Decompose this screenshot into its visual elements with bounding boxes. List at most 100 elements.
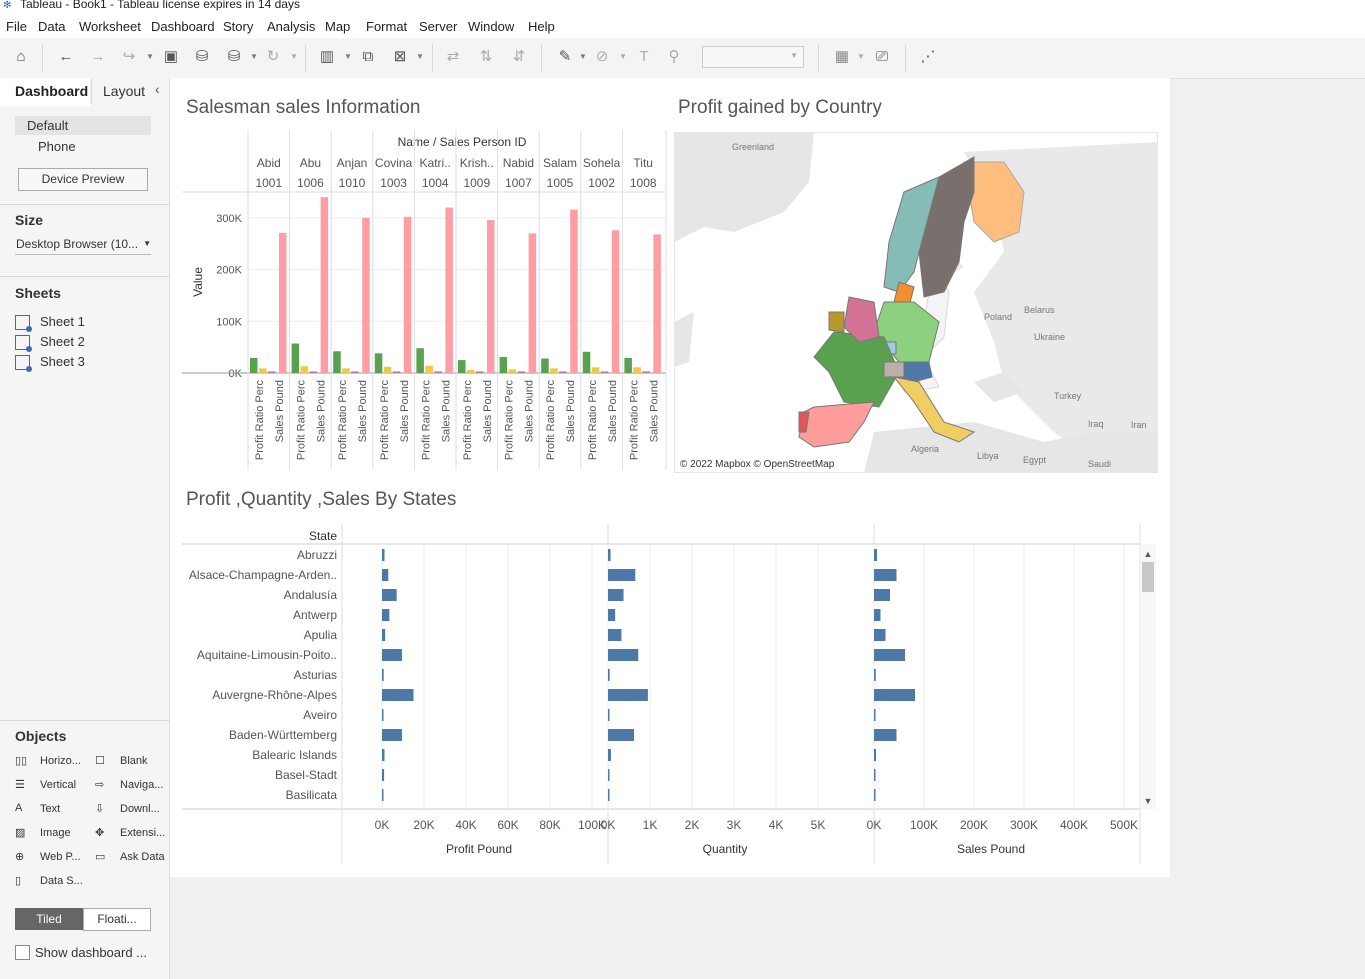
save-icon[interactable]: ▣ [161,47,181,67]
bar-profit-pound [458,360,466,373]
menu-dashboard[interactable]: Dashboard [151,19,215,34]
highlight-icon[interactable]: ✎ [555,47,575,67]
bar-sales-pound [445,207,453,373]
size-header: Size [15,212,44,228]
undo-icon[interactable]: ← [56,47,76,67]
chevron-down-icon[interactable]: ▼ [619,52,627,61]
europe-profit-map[interactable]: Greenland Poland Belarus Ukraine Turkey … [674,132,1158,473]
chevron-down-icon[interactable]: ▼ [344,52,352,61]
redo-icon[interactable]: → [88,47,108,67]
sort-descending-icon[interactable]: ⇵ [509,47,529,67]
bar-profit-pound [382,709,384,721]
chevron-down-icon[interactable]: ▼ [146,52,154,61]
size-dropdown[interactable]: Desktop Browser (10... ▼ [15,236,151,255]
menu-window[interactable]: Window [468,19,514,34]
object-image[interactable]: ▨ Image [15,826,71,839]
sort-ascending-icon[interactable]: ⇅ [476,47,496,67]
x-tick-label: 100K [910,818,938,832]
pause-updates-icon[interactable]: ⛁ [224,47,244,67]
state-label: Balearic Islands [252,748,337,762]
bar-sales-pound [874,589,890,601]
bar-sales-pound [874,609,881,621]
show-mark-labels-icon[interactable]: T [634,47,654,67]
measure-label: Profit Ratio Perc [337,380,349,461]
object-ask-data[interactable]: ▭ Ask Data [95,850,165,863]
salesman-bar-chart[interactable]: Name / Sales Person ID Value 0K 100K 200K 300… [182,130,668,475]
new-worksheet-icon[interactable]: ▥ [317,47,337,67]
states-bar-chart[interactable]: State 0K 20K 40K 60K 80K 100K Profit Pound 0K 1K 2… [182,524,1158,866]
share-icon[interactable]: ⋰ [918,47,938,67]
state-label: Apulia [304,628,338,642]
clear-sheet-icon[interactable]: ⊠ [390,47,410,67]
measure-label: Sales Pound [357,380,369,442]
tiled-toggle[interactable]: Tiled [15,908,83,930]
device-phone[interactable]: Phone [38,139,76,154]
show-title-checkbox[interactable] [15,945,30,960]
new-data-source-icon[interactable]: ⛁ [192,47,212,67]
replay-icon[interactable]: ↪ [119,47,139,67]
object-data-story[interactable]: ▯ Data S... [15,874,83,887]
toolbar-separator [42,44,43,72]
object-extension[interactable]: ✥ Extensi... [95,826,165,839]
object-text[interactable]: A Text [15,802,60,815]
menu-server[interactable]: Server [419,19,457,34]
bar-profit-ratio-perc [600,371,609,373]
tab-dashboard-label: Dashboard [15,83,89,99]
menu-worksheet[interactable]: Worksheet [79,19,141,34]
object-label: Blank [120,755,148,767]
x-tick-label: 0K [375,818,390,832]
bar-sales-pound [570,209,578,373]
object-blank[interactable]: ☐ Blank [95,754,148,767]
toolbar-separator [541,44,542,72]
x-tick-label: 4K [769,818,784,832]
chevron-down-icon[interactable]: ▼ [857,52,865,61]
x-tick-label: 0K [601,818,616,832]
home-icon[interactable]: ⌂ [11,47,31,67]
bar-sales-pound [403,216,412,373]
chevron-down-icon[interactable]: ▼ [290,52,298,61]
menu-file[interactable]: File [6,19,27,34]
tab-layout[interactable]: Layout ‹ [91,78,170,104]
menu-data[interactable]: Data [38,19,65,34]
chevron-down-icon[interactable]: ▼ [250,52,258,61]
object-web-page[interactable]: ⊕ Web P... [15,850,81,863]
group-members-icon[interactable]: ⊘ [592,47,612,67]
bar-profit-pound [382,569,389,581]
y-tick-label: 200K [216,265,242,277]
device-default[interactable]: Default [15,116,151,135]
show-me-icon[interactable]: ▦ [832,47,852,67]
menu-format[interactable]: Format [366,19,407,34]
collapse-panel-icon[interactable]: ‹ [155,81,160,97]
tab-dashboard[interactable]: Dashboard [0,78,90,106]
measure-label: Sales Pound [565,380,577,442]
object-vertical[interactable]: ☰ Vertical [15,778,76,791]
refresh-icon[interactable]: ↻ [263,47,283,67]
fix-axes-icon[interactable]: ⚲ [664,47,684,67]
menu-map[interactable]: Map [325,19,350,34]
duplicate-sheet-icon[interactable]: ⧉ [358,47,378,67]
bar-quantity [608,569,636,581]
extension-icon: ✥ [95,827,105,839]
menu-analysis[interactable]: Analysis [267,19,315,34]
fit-dropdown[interactable]: ▼ [702,46,804,68]
chevron-down-icon[interactable]: ▼ [579,52,587,61]
x-axis-title: Quantity [703,842,748,856]
bar-quantity [608,549,611,561]
bar-quantity [608,629,622,641]
object-horizontal[interactable]: ▯▯ Horizo... [15,754,81,767]
menu-help[interactable]: Help [528,19,555,34]
chevron-down-icon[interactable]: ▼ [416,52,424,61]
bar-quantity [342,368,350,373]
state-label: Alsace-Champagne-Arden.. [189,568,337,582]
swap-rows-columns-icon[interactable]: ⇄ [443,47,463,67]
menu-story[interactable]: Story [223,19,253,34]
floating-toggle[interactable]: Floati... [83,908,151,931]
object-label: Downl... [120,803,160,815]
object-download[interactable]: ⇩ Downl... [95,802,160,815]
salesperson-name: Sohela [583,156,621,170]
presentation-mode-icon[interactable]: ⎚ [872,47,892,67]
object-label: Ask Data [120,851,165,863]
object-navigation[interactable]: ⇨ Naviga... [95,778,163,791]
measure-label: Profit Ratio Perc [296,380,308,461]
device-preview-button[interactable]: Device Preview [18,168,148,191]
